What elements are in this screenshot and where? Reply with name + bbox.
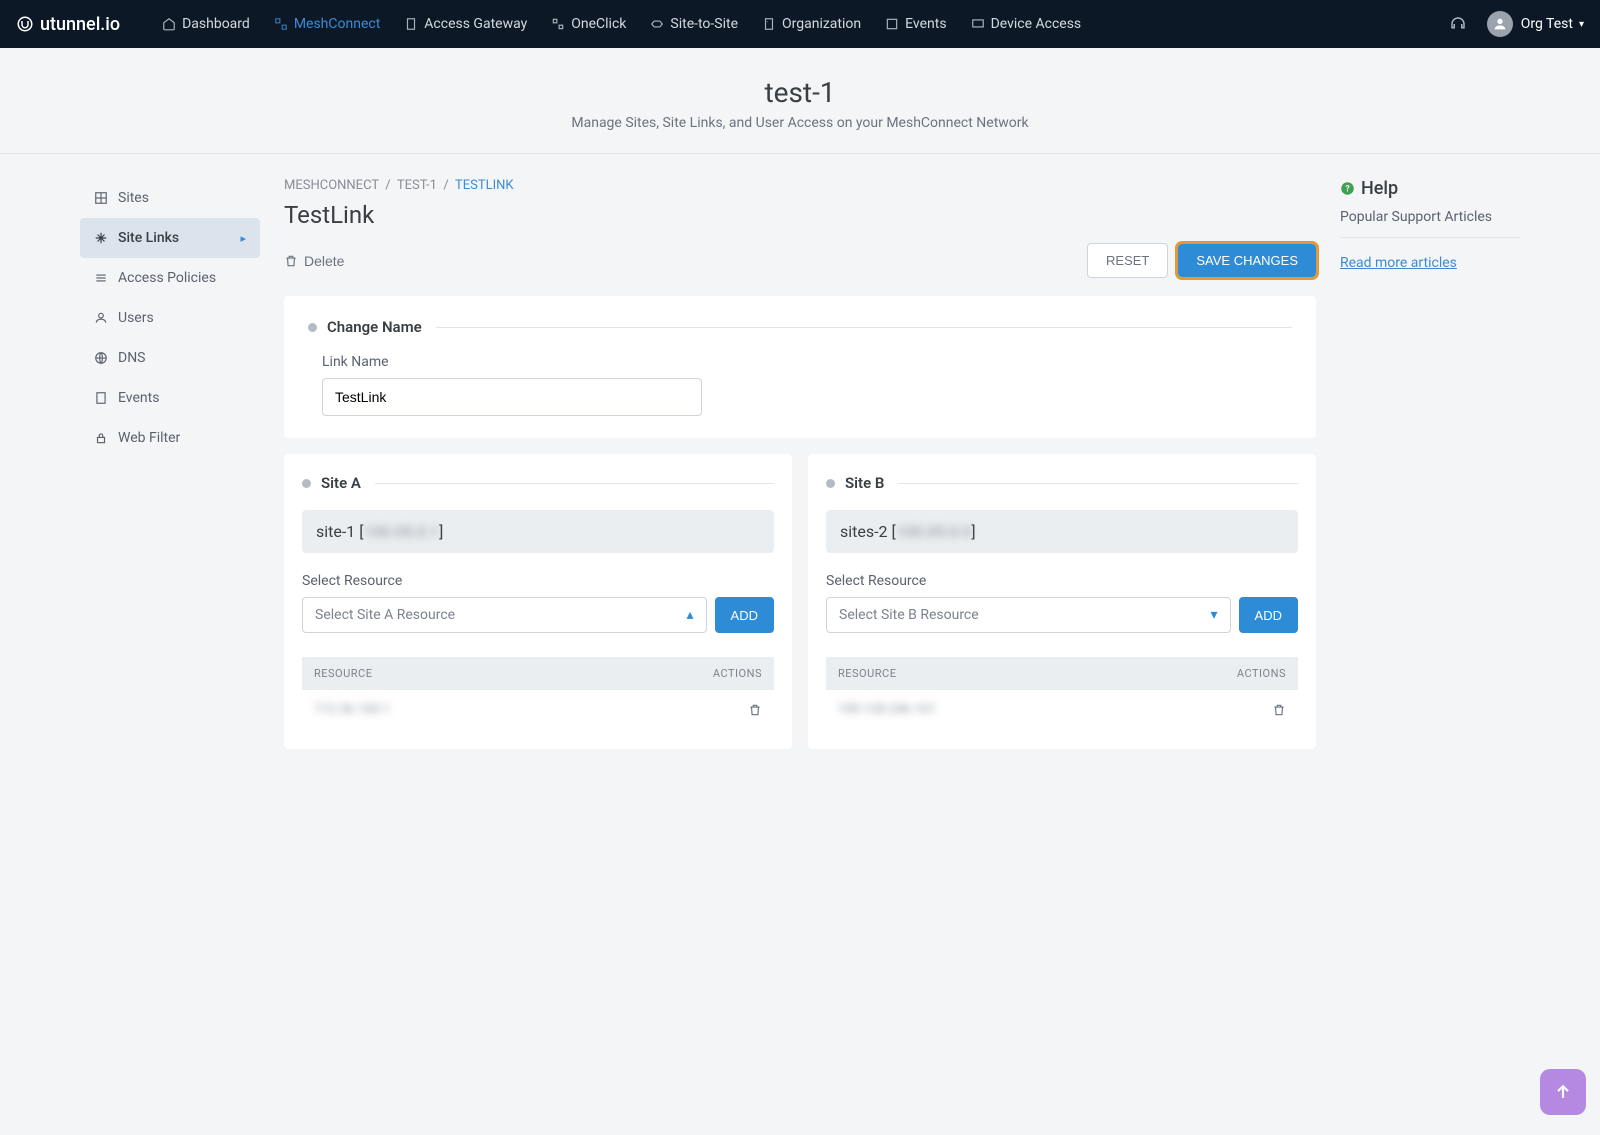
read-more-link[interactable]: Read more articles xyxy=(1340,255,1457,271)
site-b-add-button[interactable]: ADD xyxy=(1239,597,1298,633)
nav-organization[interactable]: Organization xyxy=(750,0,873,48)
action-row: Delete RESET SAVE CHANGES xyxy=(284,243,1316,278)
nav-site-to-site[interactable]: Site-to-Site xyxy=(638,0,750,48)
caret-down-icon: ▾ xyxy=(1211,607,1218,623)
lock-icon xyxy=(94,431,108,445)
nav-device-access[interactable]: Device Access xyxy=(959,0,1094,48)
device-icon xyxy=(971,17,985,31)
table-row: 100.128.246.161 xyxy=(826,690,1298,729)
site-a-resource-value: 112.36.160.1 xyxy=(314,702,390,717)
trash-icon xyxy=(284,254,298,268)
breadcrumb-meshconnect[interactable]: MESHCONNECT xyxy=(284,178,379,193)
site-b-table-head: RESOURCEACTIONS xyxy=(826,657,1298,690)
change-name-card: Change Name Link Name xyxy=(284,296,1316,438)
events-icon xyxy=(885,17,899,31)
page-title: test-1 xyxy=(0,76,1600,109)
site-a-resource-select[interactable]: Select Site A Resource▴ xyxy=(302,597,707,633)
building-icon xyxy=(762,17,776,31)
delete-row-button[interactable] xyxy=(748,703,762,717)
sidebar-item-sites[interactable]: Sites xyxy=(80,178,260,218)
link-name-label: Link Name xyxy=(322,354,1292,370)
table-row: 112.36.160.1 xyxy=(302,690,774,729)
reset-button[interactable]: RESET xyxy=(1087,243,1168,278)
site-b-card: Site B sites-2 [100.05.0.0] Select Resou… xyxy=(808,454,1316,749)
page-subtitle: Manage Sites, Site Links, and User Acces… xyxy=(0,115,1600,131)
sidebar-item-site-links[interactable]: Site Links▸ xyxy=(80,218,260,258)
site-a-table-head: RESOURCEACTIONS xyxy=(302,657,774,690)
nav-oneclick[interactable]: OneClick xyxy=(539,0,638,48)
link-name-input[interactable] xyxy=(322,378,702,416)
site-b-resource-value: 100.128.246.161 xyxy=(838,702,936,717)
sidebar: Sites Site Links▸ Access Policies Users … xyxy=(80,178,260,749)
breadcrumb: MESHCONNECT / TEST-1 / TESTLINK xyxy=(284,178,1316,193)
arrow-up-icon xyxy=(1553,1082,1573,1102)
user-name: Org Test xyxy=(1521,16,1573,32)
nav-access-gateway[interactable]: Access Gateway xyxy=(392,0,539,48)
content-title: TestLink xyxy=(284,201,1316,229)
dot-icon xyxy=(302,479,311,488)
help-sidebar: ?Help Popular Support Articles Read more… xyxy=(1340,178,1520,749)
page-header: test-1 Manage Sites, Site Links, and Use… xyxy=(0,48,1600,154)
chevron-right-icon: ▸ xyxy=(240,232,246,245)
main-content: MESHCONNECT / TEST-1 / TESTLINK TestLink… xyxy=(284,178,1316,749)
breadcrumb-test1[interactable]: TEST-1 xyxy=(397,178,437,193)
brand-text: utunnel.io xyxy=(40,14,120,35)
headset-icon[interactable] xyxy=(1449,15,1467,33)
home-icon xyxy=(162,17,176,31)
svg-text:?: ? xyxy=(1345,185,1350,195)
site-b-heading: Site B xyxy=(845,474,884,492)
sidebar-item-users[interactable]: Users xyxy=(80,298,260,338)
delete-row-button[interactable] xyxy=(1272,703,1286,717)
caret-down-icon: ▾ xyxy=(1579,19,1584,30)
help-heading: ?Help xyxy=(1340,178,1520,199)
gateway-icon xyxy=(404,17,418,31)
sidebar-item-access-policies[interactable]: Access Policies xyxy=(80,258,260,298)
caret-up-icon: ▴ xyxy=(687,607,694,623)
arrows-icon xyxy=(650,17,664,31)
globe-icon xyxy=(94,351,108,365)
scroll-to-top-button[interactable] xyxy=(1540,1069,1586,1115)
grid-icon xyxy=(94,191,108,205)
site-b-select-label: Select Resource xyxy=(826,573,1298,589)
link-icon xyxy=(94,231,108,245)
delete-button[interactable]: Delete xyxy=(284,253,344,269)
help-icon: ? xyxy=(1340,181,1355,196)
user-menu[interactable]: Org Test ▾ xyxy=(1487,11,1584,37)
nav-events[interactable]: Events xyxy=(873,0,958,48)
site-a-select-label: Select Resource xyxy=(302,573,774,589)
nav-dashboard[interactable]: Dashboard xyxy=(150,0,262,48)
dot-icon xyxy=(308,323,317,332)
mesh-icon xyxy=(274,17,288,31)
brand-logo[interactable]: utunnel.io xyxy=(16,14,120,35)
notebook-icon xyxy=(94,391,108,405)
breadcrumb-current: TESTLINK xyxy=(455,178,514,193)
site-a-name: site-1 [100.05.0.1] xyxy=(302,510,774,553)
top-nav: utunnel.io Dashboard MeshConnect Access … xyxy=(0,0,1600,48)
oneclick-icon xyxy=(551,17,565,31)
site-b-name: sites-2 [100.05.0.0] xyxy=(826,510,1298,553)
divider xyxy=(1340,237,1520,238)
nav-items: Dashboard MeshConnect Access Gateway One… xyxy=(150,0,1093,48)
brand-icon xyxy=(16,15,34,33)
nav-meshconnect[interactable]: MeshConnect xyxy=(262,0,392,48)
site-b-resource-select[interactable]: Select Site B Resource▾ xyxy=(826,597,1231,633)
sidebar-item-dns[interactable]: DNS xyxy=(80,338,260,378)
site-a-card: Site A site-1 [100.05.0.1] Select Resour… xyxy=(284,454,792,749)
avatar-icon xyxy=(1487,11,1513,37)
sidebar-item-web-filter[interactable]: Web Filter xyxy=(80,418,260,458)
site-a-add-button[interactable]: ADD xyxy=(715,597,774,633)
nav-right: Org Test ▾ xyxy=(1449,11,1584,37)
save-changes-button[interactable]: SAVE CHANGES xyxy=(1178,244,1316,277)
change-name-heading: Change Name xyxy=(327,318,422,336)
site-a-heading: Site A xyxy=(321,474,361,492)
help-sub: Popular Support Articles xyxy=(1340,209,1520,225)
dot-icon xyxy=(826,479,835,488)
sidebar-item-events[interactable]: Events xyxy=(80,378,260,418)
list-icon xyxy=(94,271,108,285)
user-icon xyxy=(94,311,108,325)
